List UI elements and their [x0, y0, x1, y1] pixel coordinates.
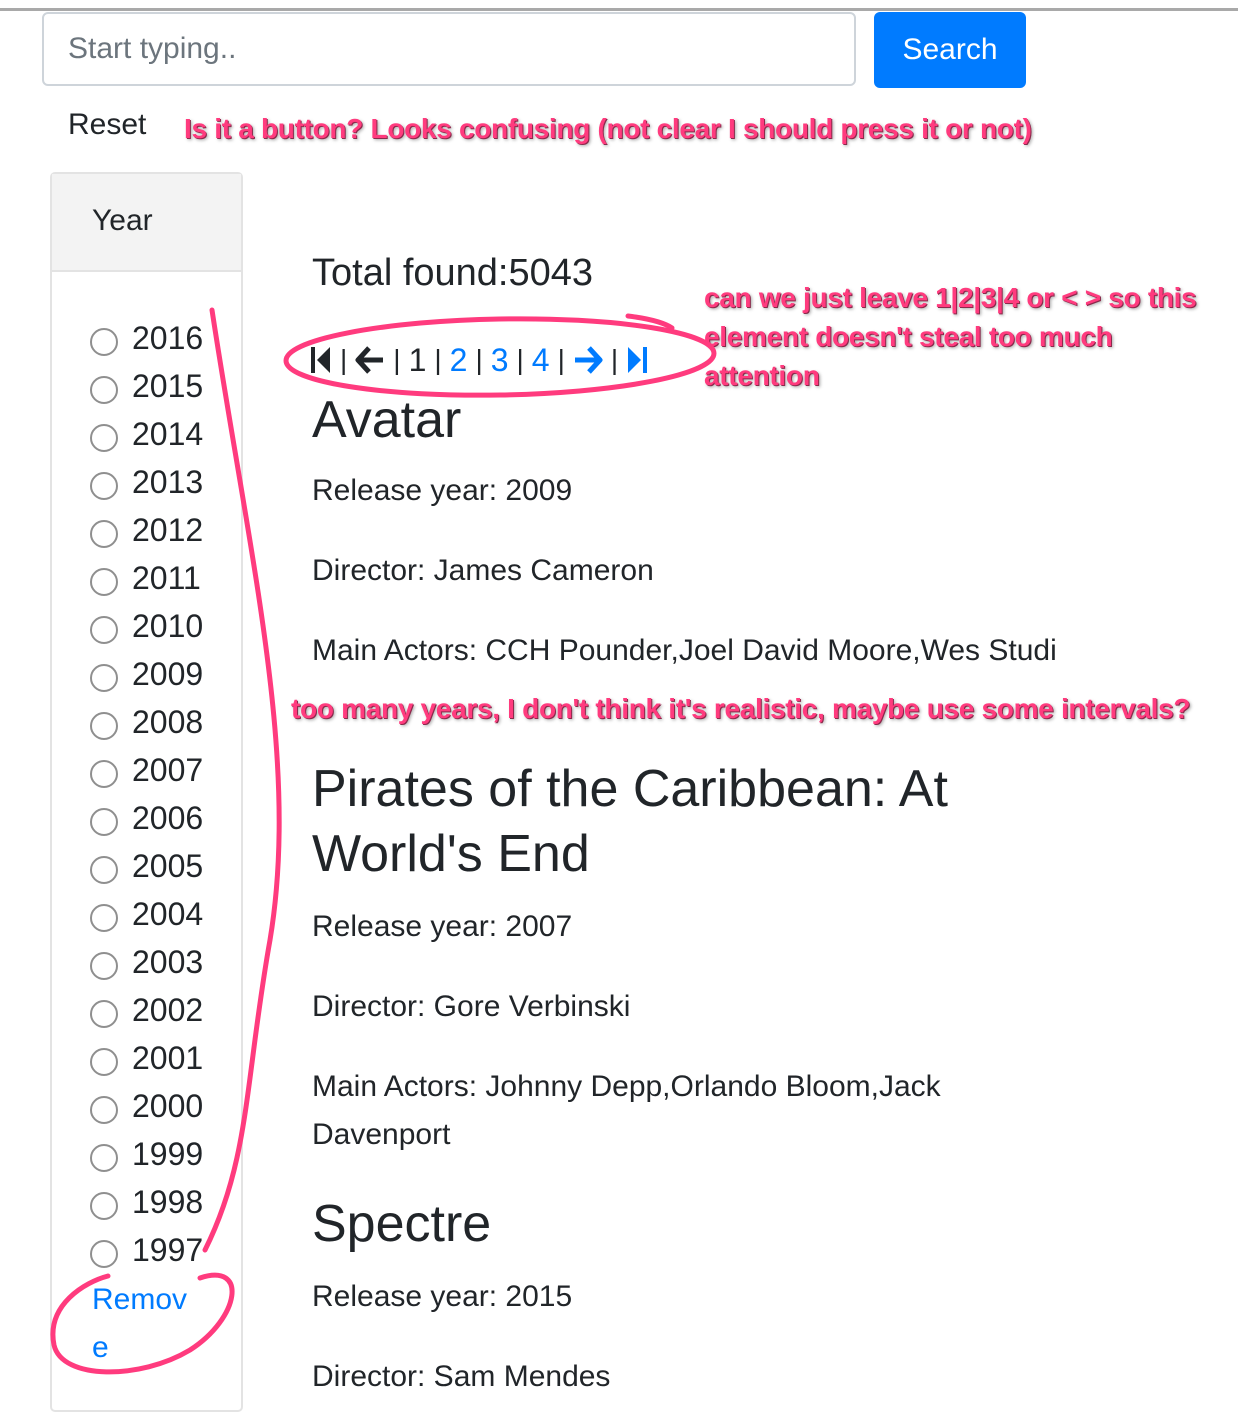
reset-button[interactable]: Reset	[68, 108, 146, 142]
movie-title: Pirates of the Caribbean: At World's End	[312, 760, 948, 883]
pager-separator: |	[516, 344, 524, 375]
movie-actors: Main Actors: Johnny Depp,Orlando Bloom,J…	[312, 1070, 941, 1151]
radio-button[interactable]	[90, 424, 118, 452]
year-option[interactable]: 2000	[52, 1078, 241, 1126]
year-option[interactable]: 1997	[52, 1222, 241, 1270]
year-option[interactable]: 2001	[52, 1030, 241, 1078]
year-label: 2013	[132, 464, 204, 500]
radio-button[interactable]	[90, 712, 118, 740]
last-page-icon[interactable]	[626, 345, 648, 375]
pager-separator: |	[434, 344, 442, 375]
radio-button[interactable]	[90, 856, 118, 884]
year-option[interactable]: 2015	[52, 358, 241, 406]
radio-button[interactable]	[90, 1240, 118, 1268]
annotation-pager-tail	[625, 313, 675, 331]
next-page-icon[interactable]	[573, 345, 603, 375]
page-link-4[interactable]: 4	[532, 342, 550, 379]
pager-separator: |	[475, 344, 483, 375]
year-option[interactable]: 2004	[52, 886, 241, 934]
year-option[interactable]: 2007	[52, 742, 241, 790]
year-label: 2007	[132, 752, 204, 788]
year-option[interactable]: 2010	[52, 598, 241, 646]
pager-separator: |	[610, 344, 619, 375]
radio-button[interactable]	[90, 1000, 118, 1028]
search-button[interactable]: Search	[874, 12, 1026, 88]
radio-button[interactable]	[90, 568, 118, 596]
annotation-pager-note: can we just leave 1|2|3|4 or < > so this…	[704, 282, 1197, 391]
year-label: 2004	[132, 896, 204, 932]
year-label: 2015	[132, 368, 204, 404]
movie-release-year: Release year: 2009	[312, 474, 573, 507]
remove-filter-link[interactable]: Remove	[92, 1276, 202, 1372]
year-option[interactable]: 2002	[52, 982, 241, 1030]
year-label: 2009	[132, 656, 204, 692]
top-border	[0, 8, 1238, 11]
year-filter-panel: Year 2016 2015 2014 2013 2012 2011 2010 …	[50, 172, 243, 1412]
year-option[interactable]: 2014	[52, 406, 241, 454]
first-page-icon[interactable]	[310, 345, 332, 375]
pager-separator: |	[557, 344, 565, 375]
year-option[interactable]: 2009	[52, 646, 241, 694]
year-option[interactable]: 2006	[52, 790, 241, 838]
annotation-years-note: too many years, I don't think it's reali…	[291, 693, 1191, 724]
year-option[interactable]: 1998	[52, 1174, 241, 1222]
year-option[interactable]: 2003	[52, 934, 241, 982]
movie-director: Director: Gore Verbinski	[312, 990, 631, 1023]
radio-button[interactable]	[90, 1048, 118, 1076]
movie-director: Director: James Cameron	[312, 554, 654, 587]
current-page: 1	[408, 341, 427, 378]
year-label: 2014	[132, 416, 204, 452]
year-label: 2008	[132, 704, 204, 740]
year-label: 2010	[132, 608, 204, 644]
year-option[interactable]: 2011	[52, 550, 241, 598]
radio-button[interactable]	[90, 904, 118, 932]
year-label: 1998	[132, 1184, 204, 1220]
prev-page-icon[interactable]	[355, 345, 385, 375]
radio-button[interactable]	[90, 760, 118, 788]
year-option[interactable]: 2013	[52, 454, 241, 502]
year-label: 2002	[132, 992, 204, 1028]
year-label: 2012	[132, 512, 204, 548]
year-label: 2016	[132, 320, 204, 356]
total-found-label: Total found:5043	[312, 252, 594, 294]
year-option[interactable]: 1999	[52, 1126, 241, 1174]
radio-button[interactable]	[90, 1144, 118, 1172]
pager-separator: |	[393, 344, 401, 375]
year-list: 2016 2015 2014 2013 2012 2011 2010 2009 …	[52, 310, 241, 1270]
year-label: 1997	[132, 1232, 204, 1268]
radio-button[interactable]	[90, 520, 118, 548]
radio-button[interactable]	[90, 808, 118, 836]
year-option[interactable]: 2016	[52, 310, 241, 358]
page-link-3[interactable]: 3	[491, 342, 509, 379]
year-option[interactable]: 2005	[52, 838, 241, 886]
movie-release-year: Release year: 2007	[312, 910, 573, 943]
pagination: | | 1 | 2 | 3 | 4 | |	[310, 340, 648, 380]
year-label: 2000	[132, 1088, 204, 1124]
radio-button[interactable]	[90, 616, 118, 644]
radio-button[interactable]	[90, 1192, 118, 1220]
radio-button[interactable]	[90, 472, 118, 500]
year-filter-header: Year	[52, 174, 241, 272]
radio-button[interactable]	[90, 952, 118, 980]
pager-separator: |	[340, 344, 348, 375]
year-label: 2006	[132, 800, 204, 836]
radio-button[interactable]	[90, 664, 118, 692]
radio-button[interactable]	[90, 1096, 118, 1124]
year-label: 2001	[132, 1040, 204, 1076]
movie-title: Avatar	[312, 391, 462, 449]
movie-release-year: Release year: 2015	[312, 1280, 573, 1313]
year-option[interactable]: 2012	[52, 502, 241, 550]
search-input[interactable]	[42, 12, 856, 86]
radio-button[interactable]	[90, 328, 118, 356]
year-option[interactable]: 2008	[52, 694, 241, 742]
page-link-2[interactable]: 2	[450, 342, 468, 379]
year-label: 2011	[132, 560, 201, 596]
annotation-reset-note: Is it a button? Looks confusing (not cle…	[184, 113, 1032, 144]
year-label: 2005	[132, 848, 204, 884]
movie-title: Spectre	[312, 1195, 492, 1253]
year-label: 2003	[132, 944, 204, 980]
year-label: 1999	[132, 1136, 204, 1172]
radio-button[interactable]	[90, 376, 118, 404]
